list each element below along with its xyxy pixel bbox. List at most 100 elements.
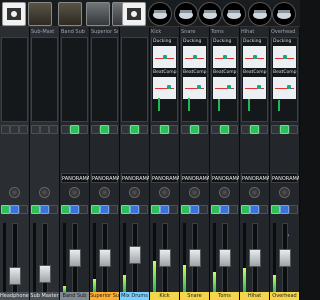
insert-button[interactable] [139, 125, 148, 134]
panorama-label[interactable]: PANORAMA [181, 173, 209, 183]
fader-cap[interactable] [159, 249, 171, 267]
panorama-label[interactable]: PANORAMA [241, 173, 269, 183]
pan-knob[interactable] [9, 187, 20, 198]
tom-drum-icon[interactable] [248, 2, 272, 26]
drum-kit-icon[interactable] [122, 2, 146, 26]
plugin-slot[interactable] [1, 37, 28, 122]
plugin-slot[interactable] [61, 37, 88, 122]
solo-button[interactable] [100, 205, 109, 214]
record-button[interactable] [109, 205, 118, 214]
record-button[interactable] [289, 205, 298, 214]
plugin-slot[interactable]: Ducking BeatComp [151, 37, 178, 122]
channel-name[interactable]: Snare [180, 292, 209, 300]
snare-drum-icon[interactable] [174, 2, 198, 26]
insert-button[interactable] [169, 125, 178, 134]
insert-button[interactable] [241, 125, 250, 134]
fader-cap[interactable] [9, 267, 21, 285]
pan-knob[interactable] [189, 187, 200, 198]
insert-button[interactable] [151, 125, 160, 134]
insert-button[interactable] [250, 125, 259, 134]
insert-button[interactable] [70, 125, 79, 134]
record-button[interactable] [229, 205, 238, 214]
solo-button[interactable] [250, 205, 259, 214]
solo-button[interactable] [190, 205, 199, 214]
insert-button[interactable] [91, 125, 100, 134]
pan-knob[interactable] [129, 187, 140, 198]
insert-button[interactable] [199, 125, 208, 134]
panorama-label[interactable]: PANORAMA [61, 173, 89, 183]
channel-name[interactable]: Kick [150, 292, 179, 300]
cymbal-icon[interactable] [198, 2, 222, 26]
mute-button[interactable] [241, 205, 250, 214]
fader-cap[interactable] [99, 249, 111, 267]
plugin-slot[interactable]: Ducking BeatComp [271, 37, 298, 122]
solo-button[interactable] [10, 205, 19, 214]
panorama-label[interactable]: PANORAMA [211, 173, 239, 183]
insert-button[interactable] [130, 125, 139, 134]
record-button[interactable] [139, 205, 148, 214]
insert-button[interactable] [61, 125, 70, 134]
fader-cap[interactable] [39, 265, 51, 283]
solo-button[interactable] [280, 205, 289, 214]
insert-button[interactable] [160, 125, 169, 134]
insert-button[interactable] [1, 125, 10, 134]
plugin-slot[interactable] [91, 37, 118, 122]
plugin-slot[interactable] [121, 37, 148, 122]
channel-name[interactable]: Band Sub [60, 292, 89, 300]
record-button[interactable] [259, 205, 268, 214]
insert-button[interactable] [190, 125, 199, 134]
mute-button[interactable] [61, 205, 70, 214]
hihat-icon[interactable] [222, 2, 246, 26]
solo-button[interactable] [40, 205, 49, 214]
fader-cap[interactable] [69, 249, 81, 267]
fader-cap[interactable] [279, 249, 291, 267]
insert-button[interactable] [10, 125, 19, 134]
insert-button[interactable] [181, 125, 190, 134]
record-button[interactable] [169, 205, 178, 214]
insert-button[interactable] [229, 125, 238, 134]
mute-button[interactable] [151, 205, 160, 214]
panorama-label[interactable]: PANORAMA [271, 173, 299, 183]
fader-cap[interactable] [219, 249, 231, 267]
pan-knob[interactable] [39, 187, 50, 198]
channel-name[interactable]: Toms [210, 292, 239, 300]
mute-button[interactable] [211, 205, 220, 214]
panorama-label[interactable]: PANORAMA [121, 173, 149, 183]
insert-button[interactable] [109, 125, 118, 134]
plugin-slot[interactable]: Ducking BeatComp [181, 37, 208, 122]
channel-name[interactable]: Headphones [0, 292, 29, 300]
bass-drum-icon[interactable] [148, 2, 172, 26]
mute-button[interactable] [121, 205, 130, 214]
insert-button[interactable] [100, 125, 109, 134]
channel-name[interactable]: Overhead [270, 292, 299, 300]
insert-button[interactable] [220, 125, 229, 134]
insert-button[interactable] [79, 125, 88, 134]
pan-knob[interactable] [69, 187, 80, 198]
record-button[interactable] [19, 205, 28, 214]
channel-name[interactable]: Mix Drums [120, 292, 149, 300]
solo-button[interactable] [220, 205, 229, 214]
channel-name[interactable]: Superior Sub [90, 292, 119, 300]
solo-button[interactable] [70, 205, 79, 214]
plugin-slot[interactable] [31, 37, 58, 122]
pan-knob[interactable] [99, 187, 110, 198]
pan-knob[interactable] [279, 187, 290, 198]
record-button[interactable] [49, 205, 58, 214]
solo-button[interactable] [160, 205, 169, 214]
grid-icon[interactable] [2, 2, 26, 26]
mute-button[interactable] [181, 205, 190, 214]
fader-cap[interactable] [249, 249, 261, 267]
insert-button[interactable] [31, 125, 40, 134]
mute-button[interactable] [31, 205, 40, 214]
drums-photo-2-icon[interactable] [58, 2, 82, 26]
panorama-label[interactable]: PANORAMA [91, 173, 119, 183]
channel-name[interactable]: Sub Master [30, 292, 59, 300]
mute-button[interactable] [1, 205, 10, 214]
mute-button[interactable] [91, 205, 100, 214]
insert-button[interactable] [289, 125, 298, 134]
record-button[interactable] [199, 205, 208, 214]
insert-button[interactable] [49, 125, 58, 134]
insert-button[interactable] [40, 125, 49, 134]
solo-button[interactable] [130, 205, 139, 214]
drums-photo-icon[interactable] [28, 2, 52, 26]
